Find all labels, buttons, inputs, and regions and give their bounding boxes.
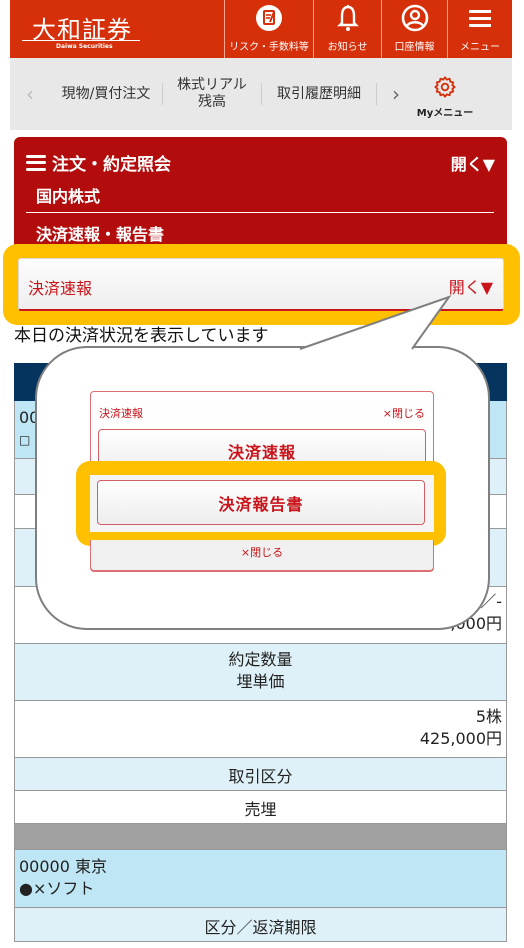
settlement-report-button[interactable]: 決済報告書	[97, 480, 425, 525]
value-line: 売埋	[244, 800, 277, 819]
label-line: 区分／返済期限	[204, 918, 317, 937]
section-title: 注文・約定照会	[26, 150, 171, 175]
table-value-row: 5株 425,000円	[14, 701, 507, 758]
document-check-icon	[255, 4, 283, 32]
quick-nav-item-realtime-balance[interactable]: 株式リアル残高	[163, 77, 261, 111]
top-header: 大和証券 Daiwa Securities リスク・手数料等 お知らせ 口座情報	[10, 0, 512, 58]
risk-fees-label: リスク・手数料等	[229, 42, 309, 53]
category-label: 国内株式	[36, 187, 101, 206]
bell-icon	[334, 4, 362, 32]
section-title-text: 注文・約定照会	[52, 155, 171, 175]
value-line: 425,000円	[419, 729, 502, 748]
logo-subtext: Daiwa Securities	[56, 43, 113, 50]
accordion-title: 決済速報	[28, 279, 93, 298]
label-line: 埋単価	[236, 672, 285, 691]
record-separator	[14, 824, 507, 850]
list-icon	[26, 154, 46, 171]
logo-underline	[22, 40, 140, 41]
order-inquiry-panel: 注文・約定照会 開く▼ 国内株式 決済速報・報告書	[14, 137, 507, 257]
daiwa-logo[interactable]: 大和証券 Daiwa Securities	[10, 0, 224, 58]
my-menu-button[interactable]: Myメニュー	[415, 75, 475, 119]
subcategory-label: 決済速報・報告書	[36, 225, 165, 244]
hamburger-menu-icon	[466, 4, 494, 32]
table-label-row: 取引区分	[14, 758, 507, 791]
page: 大和証券 Daiwa Securities リスク・手数料等 お知らせ 口座情報	[0, 0, 524, 948]
intro-text: 本日の決済状況を表示しています	[14, 326, 269, 346]
my-menu-label: Myメニュー	[416, 107, 474, 119]
table-label-row: 区分／返済期限	[14, 908, 507, 942]
gear-icon	[434, 75, 456, 102]
divider	[26, 212, 494, 213]
accordion-open-toggle[interactable]: 開く▼	[449, 274, 493, 298]
chevron-left-icon[interactable]: ‹	[10, 82, 50, 106]
record-code: 00000 東京	[19, 857, 107, 876]
value-line: 5株	[475, 707, 502, 726]
account-info-button[interactable]: 口座情報	[381, 0, 447, 58]
notifications-button[interactable]: お知らせ	[313, 0, 381, 58]
quick-nav-item-cash-buy-order[interactable]: 現物/買付注文	[50, 86, 162, 103]
popup-close-top[interactable]: ×閉じる	[383, 405, 425, 421]
notifications-label: お知らせ	[327, 42, 368, 53]
section-open-toggle[interactable]: 開く▼	[451, 151, 495, 175]
account-circle-icon	[401, 4, 429, 32]
risk-fees-button[interactable]: リスク・手数料等	[224, 0, 313, 58]
popup-title: 決済速報	[99, 407, 143, 420]
settlement-flash-accordion[interactable]: 決済速報 開く▼	[18, 258, 504, 311]
record-name: ●×ソフト	[19, 879, 95, 898]
chevron-right-icon[interactable]: ›	[377, 82, 415, 106]
account-info-label: 口座情報	[394, 42, 435, 53]
table-value-row: 売埋	[14, 791, 507, 824]
label-line: 取引区分	[228, 767, 293, 786]
popup-close-bottom[interactable]: ×閉じる	[90, 540, 434, 571]
quick-nav-item-trade-history[interactable]: 取引履歴明細	[262, 86, 376, 103]
highlighted-button-area: 決済報告書	[90, 475, 434, 532]
menu-button[interactable]: メニュー	[447, 0, 512, 58]
record-name-cell[interactable]: 00000 東京 ●×ソフト	[14, 850, 507, 908]
quick-nav-bar: ‹ 現物/買付注文 株式リアル残高 取引履歴明細 › Myメニュー	[10, 58, 512, 130]
table-label-row: 約定数量 埋単価	[14, 644, 507, 701]
label-line: 約定数量	[228, 650, 293, 669]
menu-label: メニュー	[460, 42, 500, 53]
